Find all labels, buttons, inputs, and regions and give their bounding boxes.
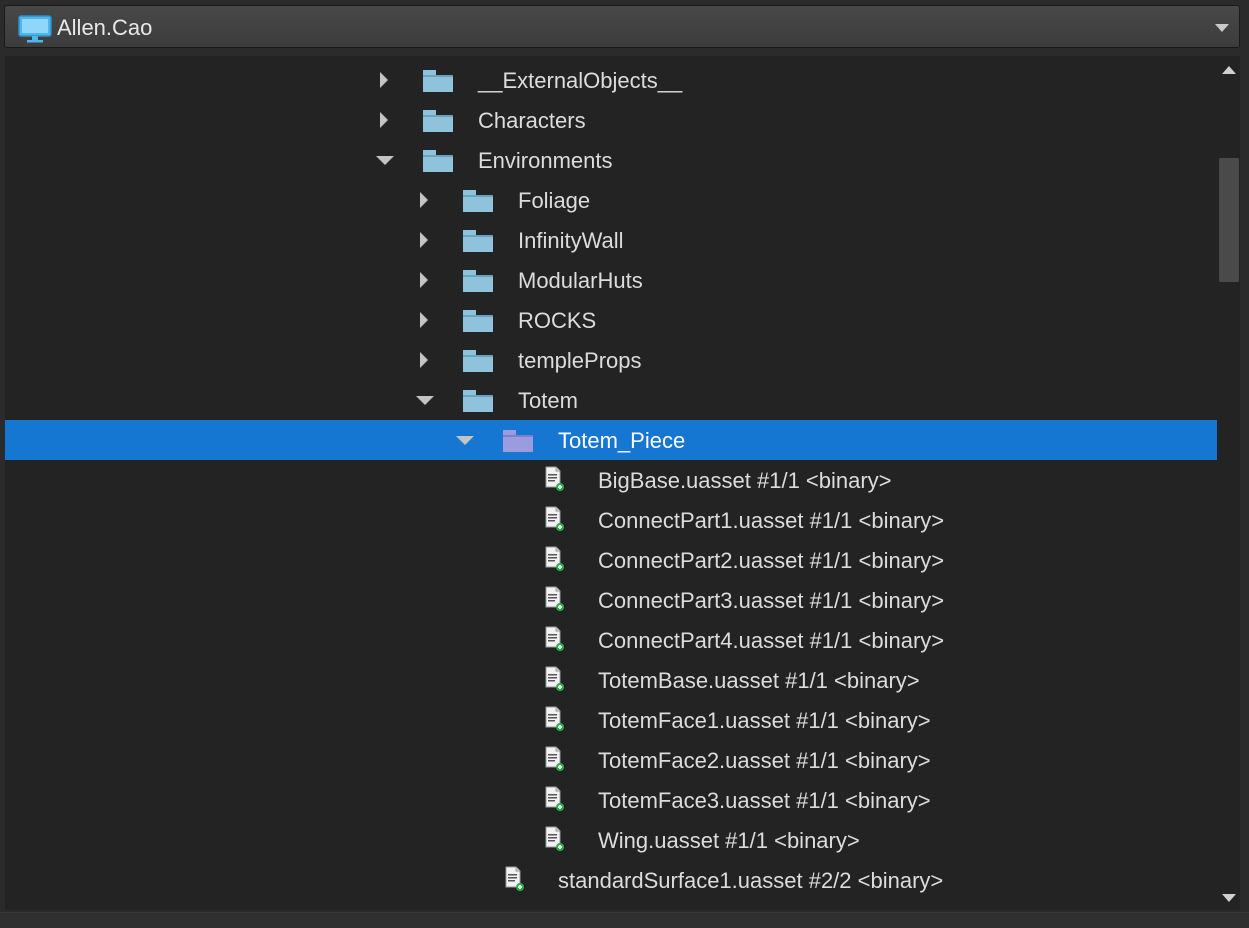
expand-down-arrow-icon[interactable] — [416, 396, 434, 405]
file-added-icon — [545, 666, 565, 692]
horizontal-scrollbar[interactable] — [0, 912, 1249, 928]
folder-label: ModularHuts — [518, 268, 643, 293]
file-label: TotemFace3.uasset #1/1 <binary> — [598, 788, 931, 813]
vertical-scrollbar[interactable] — [1217, 56, 1240, 910]
tree-file-row[interactable]: Wing.uasset #1/1 <binary> — [5, 820, 1217, 860]
file-added-icon — [545, 826, 565, 852]
tree-folder-row[interactable]: __ExternalObjects__ — [5, 60, 1217, 100]
expand-down-arrow-icon[interactable] — [376, 156, 394, 165]
chevron-down-icon[interactable] — [1215, 24, 1229, 32]
tree-folder-row[interactable]: ModularHuts — [5, 260, 1217, 300]
folder-label: InfinityWall — [518, 228, 624, 253]
folder-icon — [463, 190, 493, 212]
file-added-icon — [545, 706, 565, 732]
tree-file-row[interactable]: TotemFace3.uasset #1/1 <binary> — [5, 780, 1217, 820]
expand-right-arrow-icon[interactable] — [380, 112, 388, 128]
workspace-name: Allen.Cao — [57, 15, 153, 40]
tree-file-row[interactable]: TotemFace1.uasset #1/1 <binary> — [5, 700, 1217, 740]
folder-icon — [463, 390, 493, 412]
file-label: TotemFace1.uasset #1/1 <binary> — [598, 708, 931, 733]
expand-right-arrow-icon[interactable] — [420, 192, 428, 208]
file-label: ConnectPart2.uasset #1/1 <binary> — [598, 548, 945, 573]
file-label: standardSurface1.uasset #2/2 <binary> — [558, 868, 944, 893]
folder-label: ROCKS — [518, 308, 597, 333]
file-added-icon — [505, 866, 525, 892]
file-added-icon — [545, 586, 565, 612]
tree-folder-row[interactable]: Environments — [5, 140, 1217, 180]
file-label: TotemBase.uasset #1/1 <binary> — [598, 668, 920, 693]
expand-right-arrow-icon[interactable] — [420, 272, 428, 288]
tree-folder-row[interactable]: InfinityWall — [5, 220, 1217, 260]
file-label: ConnectPart4.uasset #1/1 <binary> — [598, 628, 945, 653]
file-added-icon — [545, 626, 565, 652]
folder-icon — [503, 430, 533, 452]
folder-icon — [463, 270, 493, 292]
folder-icon — [423, 110, 453, 132]
scroll-down-arrow-icon[interactable] — [1222, 894, 1236, 902]
file-label: ConnectPart3.uasset #1/1 <binary> — [598, 588, 945, 613]
folder-label: Totem — [518, 388, 578, 413]
expand-down-arrow-icon[interactable] — [456, 436, 474, 445]
scroll-thumb[interactable] — [1219, 158, 1239, 282]
file-label: ConnectPart1.uasset #1/1 <binary> — [598, 508, 945, 533]
folder-label: Characters — [478, 108, 586, 133]
tree-folder-row[interactable]: Characters — [5, 100, 1217, 140]
expand-right-arrow-icon[interactable] — [380, 72, 388, 88]
tree-folder-row[interactable]: Foliage — [5, 180, 1217, 220]
tree-folder-row[interactable]: ROCKS — [5, 300, 1217, 340]
tree-file-row[interactable]: TotemFace2.uasset #1/1 <binary> — [5, 740, 1217, 780]
depot-tree-window: Allen.Cao __ExternalObjects__ Characters E… — [0, 0, 1249, 928]
folder-label: Environments — [478, 148, 613, 173]
file-added-icon — [545, 506, 565, 532]
folder-label: templeProps — [518, 348, 642, 373]
tree-file-row[interactable]: TotemBase.uasset #1/1 <binary> — [5, 660, 1217, 700]
scroll-up-arrow-icon[interactable] — [1222, 66, 1236, 74]
monitor-icon — [18, 15, 52, 43]
expand-right-arrow-icon[interactable] — [420, 352, 428, 368]
tree-file-row[interactable]: ConnectPart3.uasset #1/1 <binary> — [5, 580, 1217, 620]
folder-icon — [423, 150, 453, 172]
tree-folder-row[interactable]: Totem — [5, 380, 1217, 420]
folder-label: Foliage — [518, 188, 591, 213]
folder-label: __ExternalObjects__ — [478, 68, 683, 93]
tree-file-row[interactable]: BigBase.uasset #1/1 <binary> — [5, 460, 1217, 500]
tree-file-row[interactable]: ConnectPart4.uasset #1/1 <binary> — [5, 620, 1217, 660]
workspace-dropdown[interactable]: Allen.Cao — [4, 5, 1240, 48]
expand-right-arrow-icon[interactable] — [420, 312, 428, 328]
tree-file-row[interactable]: standardSurface1.uasset #2/2 <binary> — [5, 860, 1217, 900]
tree-folder-row[interactable]: Totem_Piece — [5, 420, 1217, 460]
file-added-icon — [545, 746, 565, 772]
folder-icon — [463, 350, 493, 372]
file-label: BigBase.uasset #1/1 <binary> — [598, 468, 892, 493]
tree-file-row[interactable]: ConnectPart2.uasset #1/1 <binary> — [5, 540, 1217, 580]
file-label: TotemFace2.uasset #1/1 <binary> — [598, 748, 931, 773]
tree-file-row[interactable]: ConnectPart1.uasset #1/1 <binary> — [5, 500, 1217, 540]
file-added-icon — [545, 786, 565, 812]
folder-icon — [423, 70, 453, 92]
file-added-icon — [545, 466, 565, 492]
file-label: Wing.uasset #1/1 <binary> — [598, 828, 860, 853]
folder-icon — [463, 310, 493, 332]
file-added-icon — [545, 546, 565, 572]
folder-label: Totem_Piece — [558, 428, 686, 453]
folder-icon — [463, 230, 493, 252]
tree-folder-row[interactable]: templeProps — [5, 340, 1217, 380]
depot-tree[interactable]: __ExternalObjects__ Characters Environment… — [5, 56, 1217, 910]
expand-right-arrow-icon[interactable] — [420, 232, 428, 248]
